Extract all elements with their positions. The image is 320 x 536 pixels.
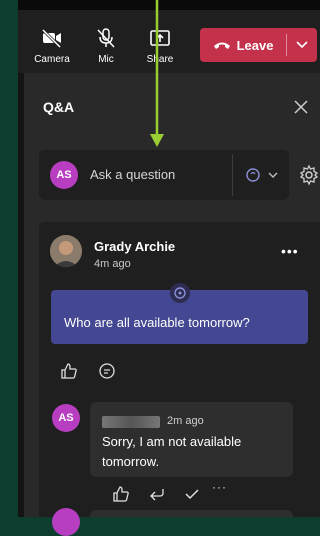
question-author: Grady Archie [94,239,176,254]
like-button[interactable] [111,484,131,504]
avatar: AS [50,161,78,189]
panel-title: Q&A [43,99,75,115]
question-bubble-icon [174,287,186,299]
close-icon [294,100,308,114]
window-top-edge [18,0,320,10]
like-button[interactable] [59,361,79,381]
mic-off-icon [97,28,115,48]
question-type-button[interactable] [243,165,283,185]
reply-button[interactable] [97,361,117,381]
avatar: AS [52,404,80,432]
question-badge [170,283,190,303]
mark-answered-button[interactable] [182,484,202,504]
like-icon [61,363,77,379]
redacted-name [102,416,160,428]
phone-hangup-icon [213,42,230,49]
close-button[interactable] [291,97,311,117]
share-button[interactable]: Share [140,28,180,65]
meeting-toolbar: Camera Mic Share Leave [18,10,320,73]
like-icon [113,486,129,502]
more-icon: ··· [212,480,227,494]
ask-divider [232,154,233,196]
share-screen-icon [150,30,170,46]
reply-arrow-icon [150,489,164,501]
gear-icon [299,164,319,186]
question-time: 4m ago [94,258,131,270]
leave-button[interactable]: Leave [200,28,286,62]
next-reply-bubble [90,510,293,517]
reply-text: Sorry, I am not available tomorrow. [102,434,242,469]
more-options-button[interactable]: ••• [281,243,299,259]
reply-icon [99,363,115,379]
checkmark-icon [185,489,199,500]
question-text: Who are all available tomorrow? [64,315,250,330]
camera-label: Camera [34,54,70,65]
more-icon: ••• [281,243,299,259]
more-options-button[interactable]: ··· [212,480,232,500]
avatar [50,235,82,267]
camera-off-icon [41,28,62,49]
chevron-down-icon [296,41,308,49]
settings-button[interactable] [298,164,320,186]
reply-arrow-button[interactable] [147,484,167,504]
mic-label: Mic [98,54,114,65]
leave-options-button[interactable] [287,28,317,62]
leave-button-group: Leave [200,28,317,62]
author-photo-icon [50,235,82,267]
ask-question-box[interactable]: AS Ask a question [39,150,289,200]
share-label: Share [146,54,174,65]
camera-button[interactable]: Camera [32,28,72,65]
ask-question-input[interactable]: Ask a question [90,167,175,182]
leave-label: Leave [236,37,274,53]
question-type-icon [246,168,278,182]
avatar [52,508,80,536]
reply-time: 2m ago [167,415,204,427]
mic-button[interactable]: Mic [86,28,126,65]
reply-bubble: 2m ago Sorry, I am not available tomorro… [90,402,293,477]
